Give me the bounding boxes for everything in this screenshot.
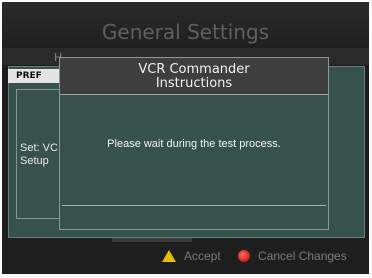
dialog-message: Please wait during the test process. — [107, 138, 281, 150]
setup-label: Set: VC Setup — [20, 142, 60, 168]
setup-label-line1: Set: VC — [20, 142, 58, 154]
dialog-title-line1: VCR Commander — [138, 62, 250, 77]
dialog-title-line2: Instructions — [155, 76, 233, 91]
page-title: General Settings — [2, 2, 369, 48]
footer-bar: Accept Cancel Changes — [2, 238, 369, 274]
accept-label: Accept — [184, 249, 221, 263]
setup-label-line2: Setup — [20, 155, 49, 167]
cancel-changes-label: Cancel Changes — [258, 249, 347, 263]
red-circle-icon — [238, 250, 250, 262]
dialog-header: VCR Commander Instructions — [60, 58, 328, 95]
yellow-triangle-icon — [162, 250, 176, 262]
footer-accent — [112, 238, 192, 242]
tab-preferences[interactable]: PREF — [8, 69, 62, 83]
accept-button[interactable]: Accept — [162, 249, 221, 263]
cancel-changes-button[interactable]: Cancel Changes — [238, 249, 347, 263]
settings-screen: General Settings H PREF Set: VC Setup Ac… — [2, 2, 369, 274]
instructions-dialog: VCR Commander Instructions Please wait d… — [59, 57, 329, 230]
dialog-divider — [62, 205, 326, 206]
